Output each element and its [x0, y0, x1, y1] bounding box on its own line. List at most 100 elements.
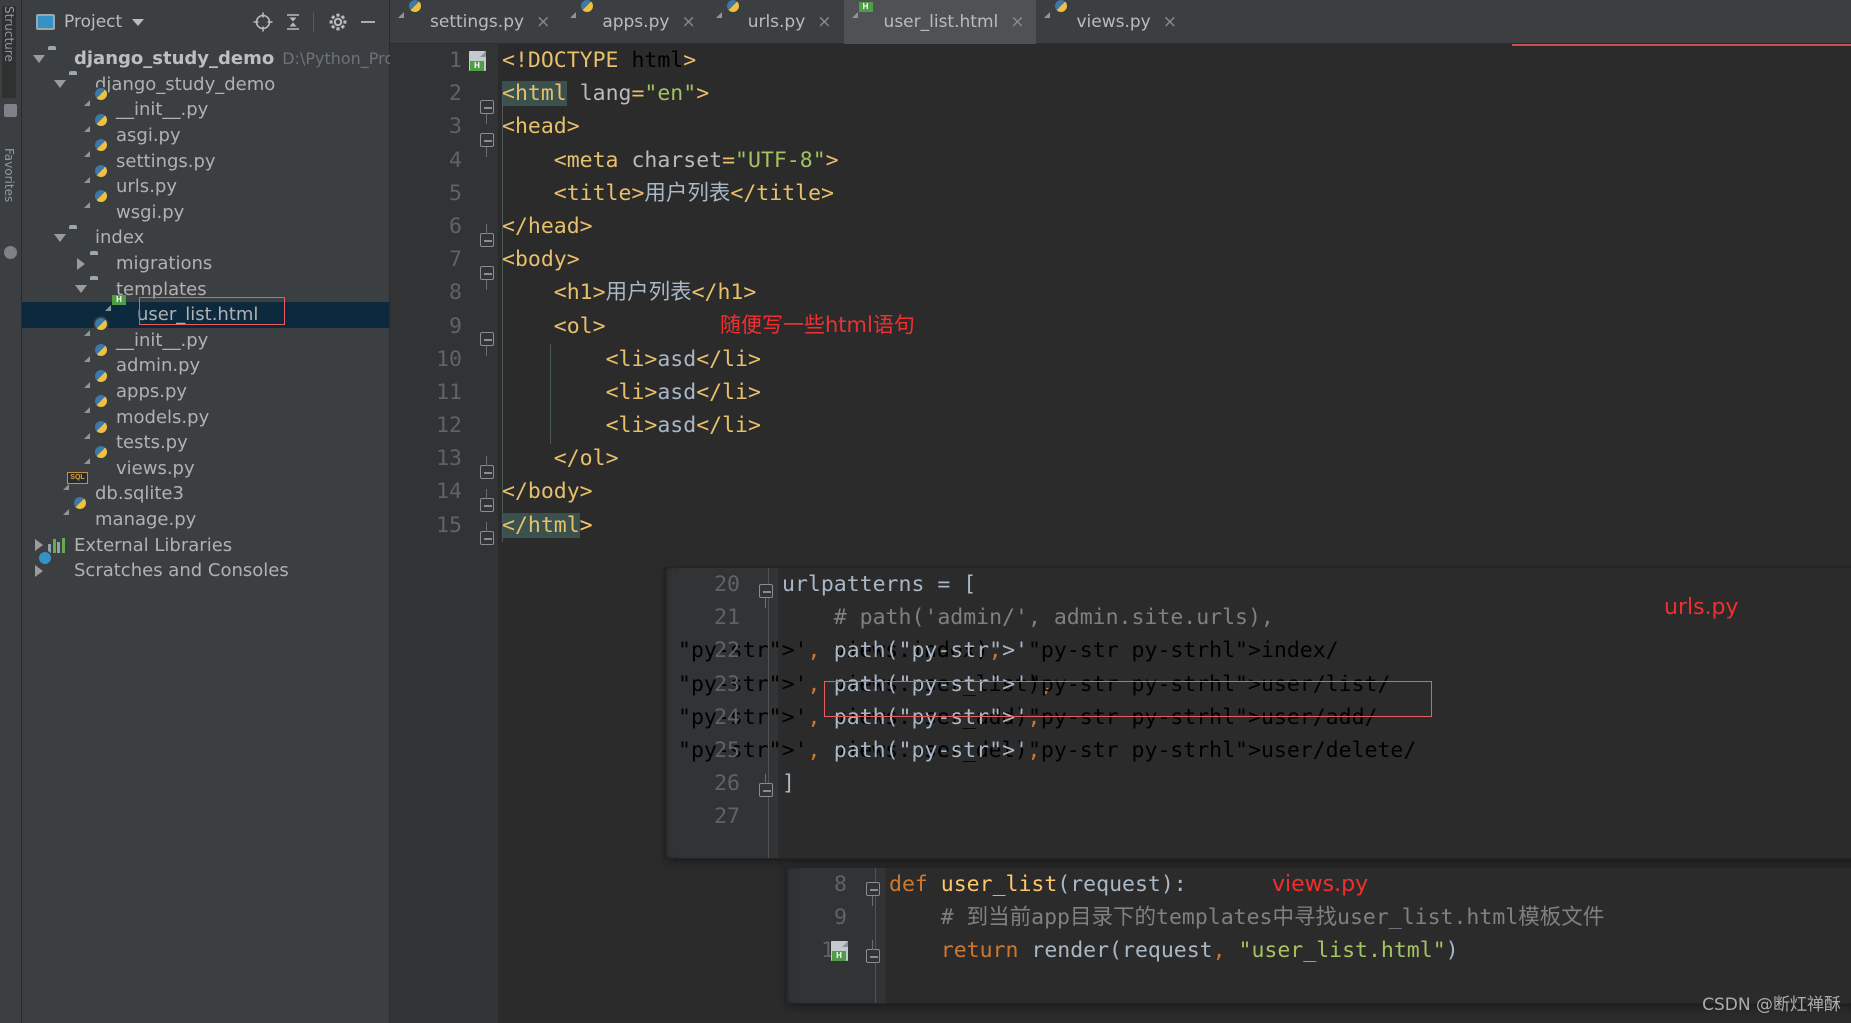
favorites-icon	[4, 246, 17, 259]
tree-item-migrations[interactable]: migrations	[22, 251, 389, 277]
fold-marker-line13[interactable]	[480, 465, 494, 479]
tree-item-label: migrations	[116, 253, 213, 275]
tree-item-settings-py[interactable]: settings.py	[22, 148, 389, 174]
project-panel-title: Project	[64, 12, 123, 32]
tree-item-label: External Libraries	[74, 534, 233, 556]
urls-fold-marker[interactable]	[759, 584, 773, 598]
line-text: <h1>用户列表</h1>	[553, 280, 757, 306]
python-file-icon	[576, 12, 594, 32]
gear-icon[interactable]	[325, 9, 351, 35]
fold-marker-line2[interactable]	[480, 100, 494, 114]
line-number: 3	[449, 114, 462, 140]
python-file-icon	[90, 458, 110, 478]
line-text: <meta charset="UTF-8">	[553, 147, 839, 173]
urls-py-overlay[interactable]: 20 urlpatterns = [21 # path('admin/', adm…	[664, 568, 1851, 858]
urls-overlay-shadow	[664, 568, 678, 858]
tree-item-user-list-html[interactable]: user_list.html	[22, 301, 389, 328]
line-number: 13	[436, 446, 462, 472]
tree-item-admin-py[interactable]: admin.py	[22, 353, 389, 379]
main-code-lines: 1 <!DOCTYPE html> 2 <html lang="en"> 3 <head>…	[390, 44, 1851, 542]
tree-item--init-py[interactable]: __init__.py	[22, 328, 389, 354]
editor-tab-bar[interactable]: settings.py × apps.py × urls.py × user_list.ht…	[390, 0, 1851, 44]
tool-button-favorites[interactable]: Favorites	[2, 148, 16, 240]
code-line-10: 10 <li>asd</li>	[390, 343, 1851, 376]
tree-toggle-expanded[interactable]	[72, 276, 90, 302]
folder-icon	[90, 279, 110, 299]
main-editor[interactable]: 1 <!DOCTYPE html> 2 <html lang="en"> 3 <head>…	[390, 44, 1851, 1023]
python-file-icon	[722, 12, 740, 32]
line-text: path("py-str">'"py-str py-strhl">user/li…	[782, 671, 1391, 697]
fold-tail-line7	[486, 280, 487, 290]
line-text: <body>	[502, 247, 580, 273]
fold-marker-line7[interactable]	[480, 266, 494, 280]
tab-close-icon[interactable]: ×	[536, 12, 550, 32]
tree-item-wsgi-py[interactable]: wsgi.py	[22, 200, 389, 226]
tab-close-icon[interactable]: ×	[1010, 12, 1024, 32]
fold-marker-line15[interactable]	[480, 531, 494, 545]
urls-code-line-22: 22 path("py-str">'"py-str py-strhl">inde…	[678, 634, 1851, 667]
tab-close-icon[interactable]: ×	[681, 12, 695, 32]
tree-item-label: user_list.html	[137, 304, 259, 326]
line-number: 4	[449, 147, 462, 173]
fold-marker-line9[interactable]	[480, 332, 494, 346]
tree-item-manage-py[interactable]: manage.py	[22, 507, 389, 533]
tree-item-templates[interactable]: templates	[22, 276, 389, 302]
line-number: 23	[714, 671, 740, 697]
tree-item-asgi-py[interactable]: asgi.py	[22, 123, 389, 149]
locate-file-icon[interactable]	[250, 9, 276, 35]
fold-head-line14	[486, 489, 487, 499]
libraries-icon	[48, 535, 68, 555]
tree-item-scratches-and-consoles[interactable]: Scratches and Consoles	[22, 558, 389, 584]
collapse-all-icon[interactable]	[280, 9, 306, 35]
line-number: 22	[714, 638, 740, 664]
tree-item-label: settings.py	[116, 150, 216, 172]
tree-item-django-study-demo[interactable]: django_study_demo	[22, 72, 389, 98]
editor-tab-urls-py[interactable]: urls.py ×	[708, 0, 844, 43]
line-number: 8	[834, 872, 847, 897]
tree-toggle-expanded[interactable]	[51, 225, 69, 251]
views-fold-marker-end[interactable]	[866, 949, 880, 963]
line-text: <!DOCTYPE html>	[502, 48, 697, 73]
tree-item-urls-py[interactable]: urls.py	[22, 174, 389, 200]
tree-item-models-py[interactable]: models.py	[22, 404, 389, 430]
editor-tab-settings-py[interactable]: settings.py ×	[390, 0, 562, 43]
tree-item-tests-py[interactable]: tests.py	[22, 430, 389, 456]
tool-button-structure[interactable]: Structure	[2, 6, 16, 98]
code-line-7: 7 <body>	[390, 243, 1851, 276]
line-number: 10	[436, 346, 462, 372]
editor-tab-apps-py[interactable]: apps.py ×	[562, 0, 707, 43]
tree-item-external-libraries[interactable]: External Libraries	[22, 532, 389, 558]
tree-item-apps-py[interactable]: apps.py	[22, 379, 389, 405]
tab-close-icon[interactable]: ×	[817, 12, 831, 32]
tree-item-index[interactable]: index	[22, 225, 389, 251]
editor-tab-user-list-html[interactable]: user_list.html ×	[843, 0, 1037, 44]
tree-item-django-study-demo[interactable]: django_study_demo D:\Python_Proj	[22, 46, 399, 72]
fold-marker-line3[interactable]	[480, 133, 494, 147]
minimize-icon[interactable]	[355, 9, 381, 35]
tree-toggle-expanded[interactable]	[30, 46, 48, 72]
tree-item-label: db.sqlite3	[95, 483, 184, 505]
tree-item--init-py[interactable]: __init__.py	[22, 97, 389, 123]
tree-toggle-collapsed[interactable]	[72, 251, 90, 277]
line-number: 9	[834, 905, 847, 931]
editor-tab-views-py[interactable]: views.py ×	[1036, 0, 1189, 43]
views-fold-marker[interactable]	[866, 882, 880, 896]
tree-item-label: wsgi.py	[116, 201, 185, 223]
tab-close-icon[interactable]: ×	[1163, 12, 1177, 32]
line-text: </body>	[502, 479, 593, 505]
project-panel-header: Project	[22, 0, 389, 44]
annotation-views-label: views.py	[1272, 872, 1369, 897]
fold-marker-line6[interactable]	[480, 233, 494, 247]
fold-marker-line14[interactable]	[480, 498, 494, 512]
tree-toggle-expanded[interactable]	[51, 72, 69, 98]
line-text: # path('admin/', admin.site.urls),	[782, 605, 1274, 631]
project-tree[interactable]: django_study_demo D:\Python_Proj django_st…	[22, 44, 399, 584]
urls-fold-marker-end[interactable]	[759, 783, 773, 797]
fold-tail-line9	[486, 346, 487, 356]
chevron-down-icon[interactable]	[132, 18, 145, 26]
line-number: 15	[436, 512, 462, 538]
watermark: CSDN @断灴禅酥	[1702, 995, 1841, 1015]
views-fold-tail	[872, 896, 873, 906]
views-py-overlay[interactable]: 8 def user_list(request): 9 # 到当前app目录下的te…	[785, 868, 1851, 1003]
line-number: 27	[714, 804, 740, 830]
